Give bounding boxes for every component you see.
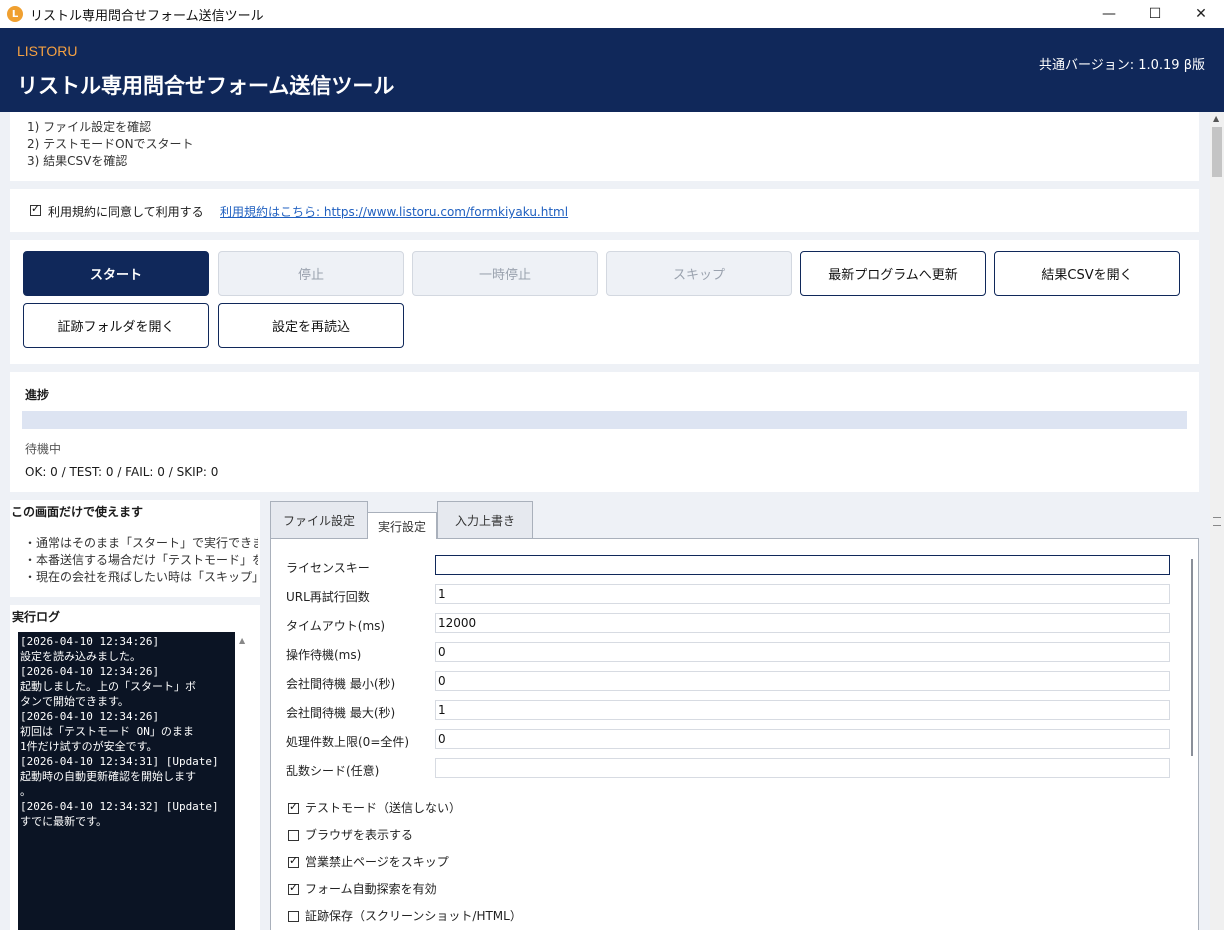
log-line: 起動しました。上の「スタート」ボ	[20, 680, 196, 693]
test-mode-option[interactable]: テストモード（送信しない）	[288, 799, 461, 816]
pause-button[interactable]: 一時停止	[412, 251, 598, 296]
app-header: LISTORU リストル専用問合せフォーム送信ツール 共通バージョン: 1.0.…	[0, 28, 1224, 112]
auto-form-search-label: フォーム自動探索を有効	[305, 882, 437, 896]
main-scrollbar[interactable]: ▲	[1210, 112, 1224, 930]
auto-form-search-option[interactable]: フォーム自動探索を有効	[288, 880, 437, 897]
info-panel: この画面だけで使えます ・通常はそのまま「スタート」で実行できます ・本番送信す…	[10, 500, 260, 597]
limit-input[interactable]: 0	[435, 729, 1170, 749]
test-mode-checkbox[interactable]	[288, 800, 299, 814]
log-line: [2026-04-10 12:34:26]	[20, 635, 160, 648]
step-item: 2) テストモードONでスタート	[27, 137, 194, 151]
license-key-input[interactable]	[435, 555, 1170, 575]
log-line: [2026-04-10 12:34:26]	[20, 710, 160, 723]
save-evidence-label: 証跡保存（スクリーンショット/HTML）	[305, 909, 522, 923]
resize-grip-icon[interactable]	[1213, 517, 1221, 526]
log-scrollbar[interactable]: ▲	[235, 632, 250, 930]
action-panel: スタート 停止 一時停止 スキップ 最新プログラムへ更新 結果CSVを開く 証跡…	[10, 240, 1199, 364]
info-line: ・本番送信する場合だけ「テストモード」をOF	[24, 553, 258, 567]
tab-input-override[interactable]: 入力上書き	[437, 501, 533, 538]
auto-form-search-checkbox[interactable]	[288, 881, 299, 895]
progress-status: 待機中	[25, 442, 62, 456]
license-key-label: ライセンスキー	[286, 561, 370, 575]
log-line: 初回は「テストモード ON」のまま	[20, 725, 194, 738]
save-evidence-option[interactable]: 証跡保存（スクリーンショット/HTML）	[288, 907, 522, 924]
close-button[interactable]: ✕	[1178, 0, 1224, 28]
window-titlebar: L リストル専用問合せフォーム送信ツール — ☐ ✕	[0, 0, 1224, 28]
step-item: 3) 結果CSVを確認	[27, 154, 128, 168]
log-output[interactable]: [2026-04-10 12:34:26] 設定を読み込みました。 [2026-04…	[18, 632, 235, 930]
test-mode-label: テストモード（送信しない）	[305, 801, 462, 815]
scroll-up-icon[interactable]: ▲	[1213, 114, 1219, 123]
run-settings-content: ライセンスキー URL再試行回数 1 タイムアウト(ms) 12000 操作待機…	[270, 538, 1199, 930]
tab-run-settings[interactable]: 実行設定	[367, 512, 437, 539]
show-browser-label: ブラウザを表示する	[305, 828, 414, 842]
info-title: この画面だけで使えます	[11, 505, 144, 519]
window-title: リストル専用問合せフォーム送信ツール	[30, 8, 264, 24]
company-wait-min-input[interactable]: 0	[435, 671, 1170, 691]
log-line: 起動時の自動更新確認を開始します	[20, 770, 196, 783]
url-retry-input[interactable]: 1	[435, 584, 1170, 604]
tab-file-settings[interactable]: ファイル設定	[270, 501, 368, 538]
log-line: 。	[20, 785, 31, 798]
info-line: ・現在の会社を飛ばしたい時は「スキップ」ボ	[24, 570, 258, 584]
timeout-input[interactable]: 12000	[435, 613, 1170, 633]
minimize-button[interactable]: —	[1086, 0, 1132, 28]
company-wait-max-input[interactable]: 1	[435, 700, 1170, 720]
random-seed-label: 乱数シード(任意)	[286, 764, 380, 778]
limit-label: 処理件数上限(0=全件)	[286, 735, 410, 749]
open-evidence-folder-button[interactable]: 証跡フォルダを開く	[23, 303, 209, 348]
action-wait-label: 操作待機(ms)	[286, 648, 362, 662]
random-seed-input[interactable]	[435, 758, 1170, 778]
skip-prohibited-checkbox[interactable]	[288, 854, 299, 868]
steps-panel: 1) ファイル設定を確認 2) テストモードONでスタート 3) 結果CSVを確…	[10, 112, 1199, 181]
progress-panel: 進捗 待機中 OK: 0 / TEST: 0 / FAIL: 0 / SKIP:…	[10, 372, 1199, 492]
timeout-label: タイムアウト(ms)	[286, 619, 386, 633]
company-wait-max-label: 会社間待機 最大(秒)	[286, 706, 396, 720]
start-button[interactable]: スタート	[23, 251, 209, 296]
skip-button[interactable]: スキップ	[606, 251, 792, 296]
save-evidence-checkbox[interactable]	[288, 911, 299, 922]
window-controls: — ☐ ✕	[1086, 0, 1224, 28]
log-line: タンで開始できます。	[20, 695, 129, 708]
settings-tabs: ファイル設定 実行設定 入力上書き ライセンスキー URL再試行回数 1 タイム…	[270, 500, 1199, 930]
info-line: ・通常はそのまま「スタート」で実行できます	[24, 536, 258, 550]
log-panel: 実行ログ [2026-04-10 12:34:26] 設定を読み込みました。 [20…	[10, 605, 260, 930]
action-wait-input[interactable]: 0	[435, 642, 1170, 662]
brand-label: LISTORU	[17, 43, 78, 59]
open-csv-button[interactable]: 結果CSVを開く	[994, 251, 1180, 296]
scrollbar-thumb[interactable]	[1212, 127, 1222, 177]
maximize-button[interactable]: ☐	[1132, 0, 1178, 28]
settings-scrollbar[interactable]	[1191, 559, 1193, 756]
terms-label[interactable]: 利用規約に同意して利用する	[48, 203, 204, 220]
step-item: 1) ファイル設定を確認	[27, 120, 152, 134]
terms-checkbox[interactable]	[30, 202, 41, 216]
scroll-up-icon[interactable]: ▲	[239, 636, 245, 645]
log-line: [2026-04-10 12:34:32] [Update]	[20, 800, 219, 813]
skip-prohibited-option[interactable]: 営業禁止ページをスキップ	[288, 853, 449, 870]
log-line: [2026-04-10 12:34:26]	[20, 665, 160, 678]
app-title: リストル専用問合せフォーム送信ツール	[17, 74, 395, 98]
log-line: すでに最新です。	[20, 815, 108, 828]
reload-settings-button[interactable]: 設定を再読込	[218, 303, 404, 348]
update-button[interactable]: 最新プログラムへ更新	[800, 251, 986, 296]
log-line: [2026-04-10 12:34:31] [Update]	[20, 755, 219, 768]
log-line: 1件だけ試すのが安全です。	[20, 740, 158, 753]
company-wait-min-label: 会社間待機 最小(秒)	[286, 677, 396, 691]
skip-prohibited-label: 営業禁止ページをスキップ	[305, 855, 449, 869]
progress-counts: OK: 0 / TEST: 0 / FAIL: 0 / SKIP: 0	[25, 465, 219, 479]
progress-bar	[22, 411, 1187, 429]
log-title: 実行ログ	[12, 610, 61, 624]
progress-title: 進捗	[25, 388, 50, 402]
show-browser-option[interactable]: ブラウザを表示する	[288, 826, 413, 843]
log-line: 設定を読み込みました。	[20, 650, 141, 663]
app-icon: L	[7, 6, 23, 22]
terms-panel: 利用規約に同意して利用する 利用規約はこちら: https://www.list…	[10, 189, 1199, 232]
url-retry-label: URL再試行回数	[286, 590, 370, 604]
stop-button[interactable]: 停止	[218, 251, 404, 296]
terms-link[interactable]: 利用規約はこちら: https://www.listoru.com/formki…	[220, 203, 568, 220]
version-label: 共通バージョン: 1.0.19 β版	[1038, 58, 1205, 73]
show-browser-checkbox[interactable]	[288, 830, 299, 841]
